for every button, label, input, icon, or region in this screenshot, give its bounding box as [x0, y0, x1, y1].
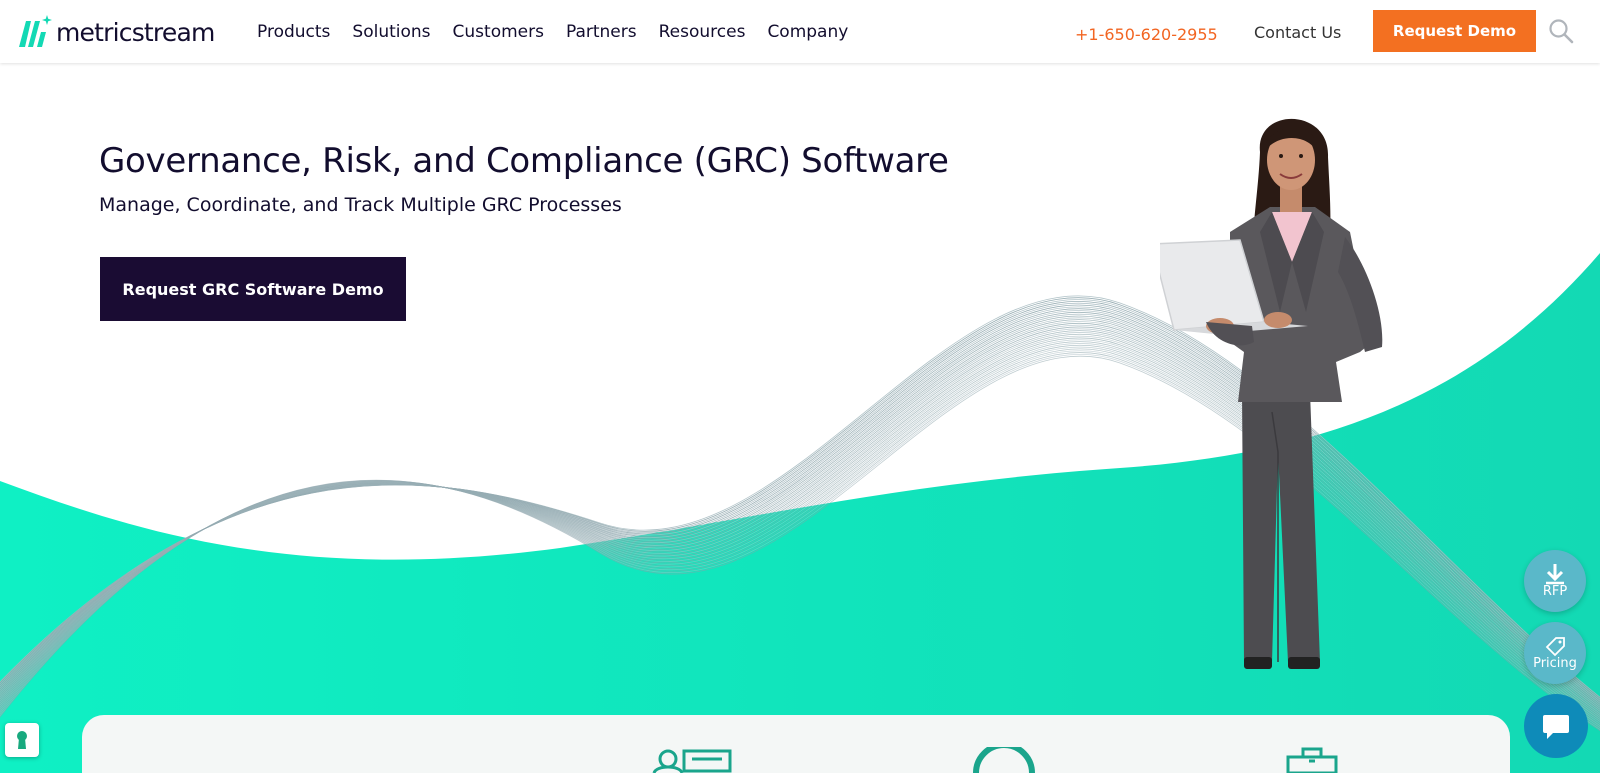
logo-text: metricstream: [56, 17, 215, 47]
briefcase-icon: [1286, 747, 1338, 773]
hero-title: Governance, Risk, and Compliance (GRC) S…: [99, 141, 949, 181]
gauge-icon: [973, 747, 1035, 773]
download-icon: [1546, 564, 1564, 585]
accessibility-badge[interactable]: [5, 723, 39, 757]
site-header: metricstream Products Solutions Customer…: [0, 0, 1600, 63]
search-icon[interactable]: [1548, 18, 1574, 44]
nav-partners[interactable]: Partners: [566, 22, 637, 42]
request-demo-button[interactable]: Request Demo: [1373, 10, 1536, 52]
phone-link[interactable]: +1-650-620-2955: [1075, 25, 1218, 44]
contact-us-link[interactable]: Contact Us: [1254, 23, 1341, 42]
pricing-button[interactable]: Pricing: [1524, 622, 1586, 684]
request-grc-demo-button[interactable]: Request GRC Software Demo: [100, 257, 406, 321]
nav-company[interactable]: Company: [767, 22, 848, 42]
rfp-label: RFP: [1542, 584, 1568, 599]
nav-products[interactable]: Products: [257, 22, 330, 42]
pricing-label: Pricing: [1533, 656, 1577, 671]
logo[interactable]: metricstream: [16, 12, 215, 52]
rfp-download-button[interactable]: RFP: [1524, 550, 1586, 612]
price-tag-icon: [1545, 637, 1565, 657]
main-nav: Products Solutions Customers Partners Re…: [257, 22, 870, 42]
id-card-icon: [652, 749, 732, 773]
nav-resources[interactable]: Resources: [659, 22, 746, 42]
logo-mark-icon: [19, 15, 52, 47]
businesswoman-photo: [1160, 118, 1383, 669]
chat-icon: [1543, 715, 1569, 739]
nav-solutions[interactable]: Solutions: [352, 22, 430, 42]
keyhole-icon: [17, 731, 27, 749]
nav-customers[interactable]: Customers: [453, 22, 544, 42]
chat-button[interactable]: [1524, 694, 1588, 758]
hero-subtitle: Manage, Coordinate, and Track Multiple G…: [99, 194, 622, 216]
